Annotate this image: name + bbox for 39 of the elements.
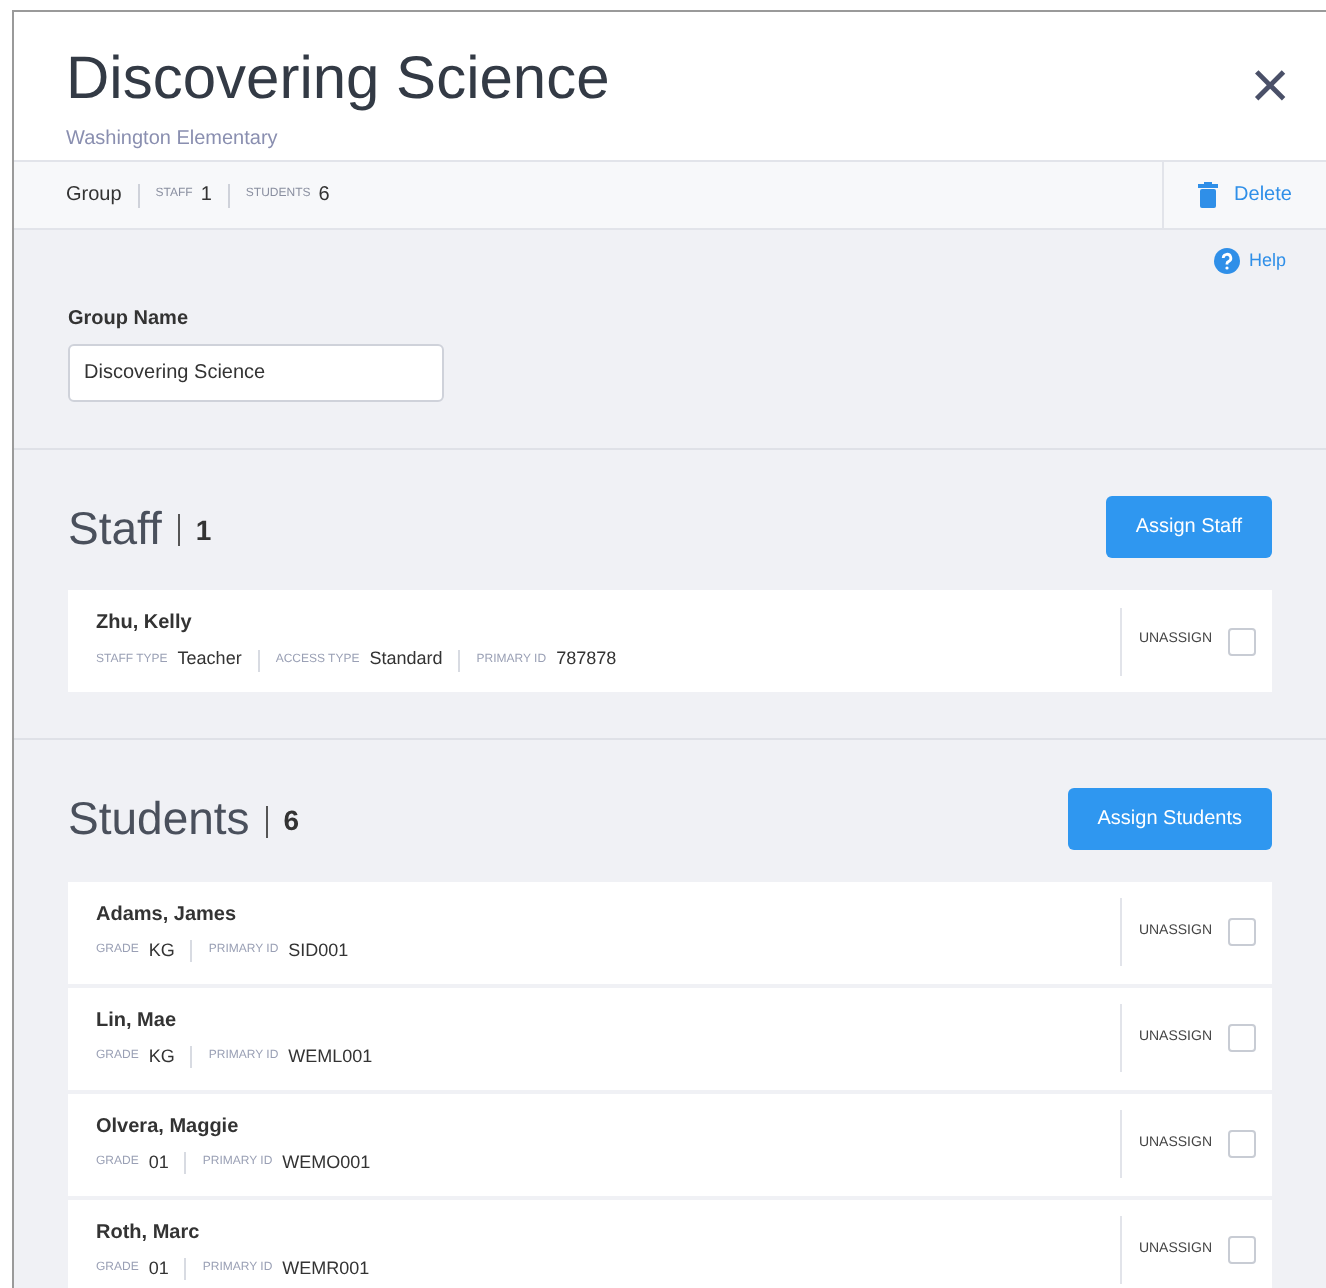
person-name: Adams, James bbox=[96, 901, 239, 930]
unassign-checkbox[interactable] bbox=[1228, 1024, 1256, 1052]
unassign-checkbox[interactable] bbox=[1228, 1236, 1256, 1264]
field-value: 01 bbox=[148, 1255, 169, 1282]
delete-button[interactable]: Delete bbox=[1162, 162, 1326, 228]
section-count: 6 bbox=[283, 802, 300, 841]
field-value: WEMO001 bbox=[282, 1149, 371, 1176]
help-icon bbox=[1214, 248, 1241, 275]
section-title: Students bbox=[68, 790, 250, 848]
field-value: 787878 bbox=[556, 646, 617, 673]
person-name: Roth, Marc bbox=[96, 1219, 202, 1248]
group-name-field[interactable]: Discovering Science bbox=[68, 343, 444, 401]
trash-icon bbox=[1198, 182, 1219, 208]
unassign-checkbox[interactable] bbox=[1228, 1130, 1256, 1158]
section-title: Staff bbox=[68, 499, 162, 557]
unassign-checkbox[interactable] bbox=[1228, 918, 1256, 946]
count-value: 6 bbox=[318, 182, 330, 210]
person-name: Zhu, Kelly bbox=[96, 610, 194, 639]
field-label: Group Name bbox=[68, 305, 191, 333]
help-link[interactable]: Help bbox=[1214, 248, 1286, 275]
group-label: Group bbox=[66, 182, 122, 210]
field-value: KG bbox=[148, 937, 175, 964]
field-value: 01 bbox=[148, 1149, 169, 1176]
section-count: 1 bbox=[195, 511, 212, 550]
page-title: Discovering Science bbox=[66, 44, 610, 116]
field-value: KG bbox=[148, 1043, 175, 1070]
unassign-checkbox[interactable] bbox=[1228, 627, 1256, 655]
count-value: 1 bbox=[200, 182, 212, 210]
person-name: Lin, Mae bbox=[96, 1007, 179, 1036]
school-name: Washington Elementary bbox=[66, 126, 280, 154]
assign-button[interactable]: Assign Students bbox=[1067, 787, 1272, 850]
field-value: WEMR001 bbox=[282, 1255, 370, 1282]
field-value: Teacher bbox=[177, 646, 242, 673]
field-value: Standard bbox=[369, 646, 443, 673]
person-name: Olvera, Maggie bbox=[96, 1113, 241, 1142]
close-button[interactable]: × bbox=[1250, 56, 1290, 116]
field-value: WEML001 bbox=[288, 1043, 373, 1070]
assign-button[interactable]: Assign Staff bbox=[1105, 496, 1272, 559]
field-value: SID001 bbox=[288, 937, 349, 964]
